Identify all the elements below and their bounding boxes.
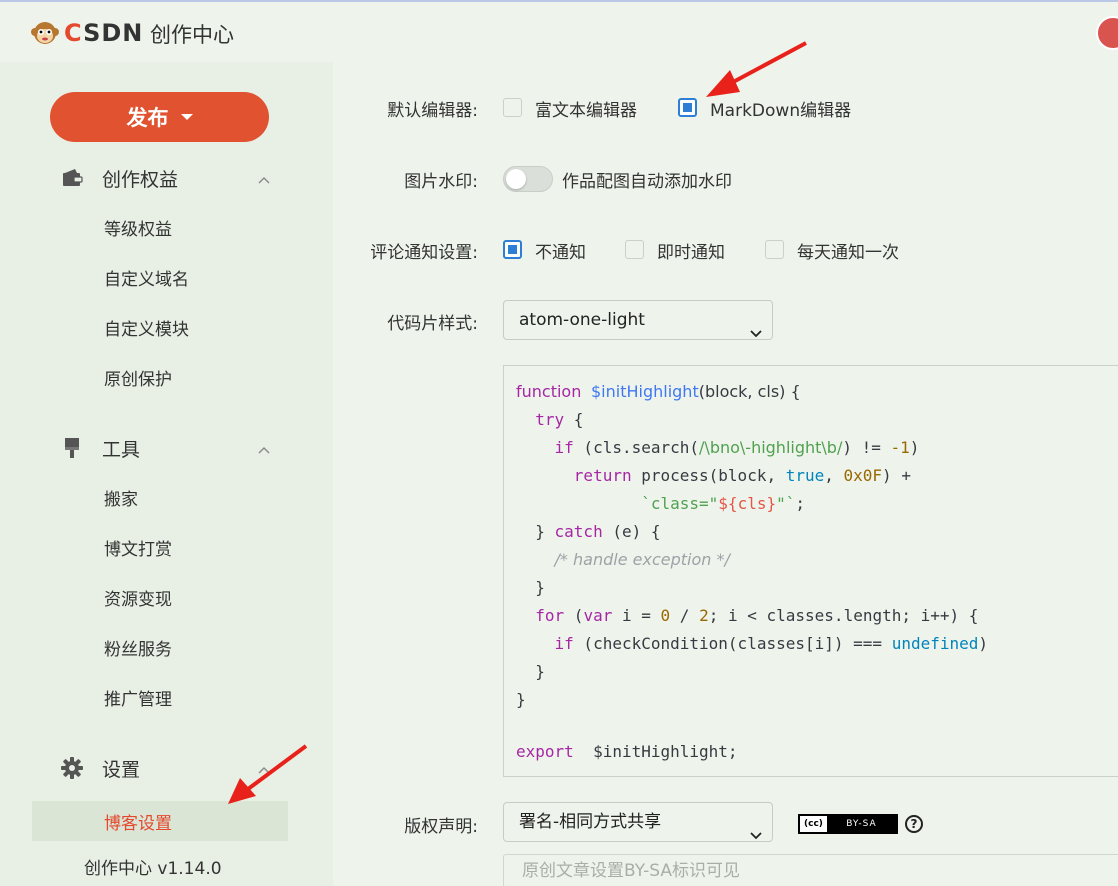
header-title: 创作中心 [150, 23, 234, 47]
editor-label: 默认编辑器: [387, 101, 478, 121]
sidebar-group-title: 创作权益 [102, 168, 179, 191]
code-line: } [516, 578, 545, 597]
sidebar: 发布 创作权益 等级权益 自定义域名 自定义模块 原创保护 工具 搬家 博文打赏… [0, 62, 333, 886]
markdown-option-label[interactable]: MarkDown编辑器 [710, 96, 851, 121]
chevron-up-icon [258, 439, 270, 458]
code-line: return process(block, true, 0x0F) + [573, 466, 911, 485]
sidebar-item-promotion[interactable]: 推广管理 [104, 688, 172, 712]
code-line: } [516, 690, 526, 709]
sidebar-item-domain[interactable]: 自定义域名 [104, 268, 189, 292]
logo-text-rest: SDN [83, 19, 144, 47]
sidebar-group-settings[interactable]: 设置 [60, 753, 270, 783]
code-style-value: atom-one-light [519, 310, 645, 330]
watermark-toggle[interactable] [503, 166, 553, 192]
no-notify-label[interactable]: 不通知 [535, 238, 586, 263]
richtext-option-label[interactable]: 富文本编辑器 [535, 96, 637, 121]
watermark-text: 作品配图自动添加水印 [562, 172, 732, 192]
code-style-select[interactable]: atom-one-light [503, 300, 773, 340]
code-line: /* handle exception */ [554, 550, 730, 569]
sidebar-item-blog-settings[interactable]: 博客设置 [32, 801, 288, 841]
code-line: try { [535, 410, 584, 429]
code-line: if (checkCondition(classes[i]) === undef… [554, 634, 989, 653]
code-line: function $initHighlight(block, cls) { [516, 382, 801, 401]
sidebar-item-module[interactable]: 自定义模块 [104, 318, 189, 342]
monkey-logo-icon [30, 18, 60, 48]
sidebar-group-benefits[interactable]: 创作权益 [60, 163, 270, 193]
version-text: 创作中心 v1.14.0 [84, 859, 222, 879]
sidebar-item-label: 博客设置 [104, 814, 172, 834]
copyright-hint-field: 原创文章设置BY-SA标识可见 [503, 854, 1118, 886]
code-line: } catch (e) { [516, 522, 661, 541]
no-notify-checkbox[interactable] [503, 240, 522, 259]
sidebar-item-original[interactable]: 原创保护 [104, 368, 172, 392]
copyright-select[interactable]: 署名-相同方式共享 [503, 802, 773, 842]
copyright-value: 署名-相同方式共享 [519, 812, 662, 832]
cc-by-sa-badge: (cc) BY-SA [798, 814, 898, 834]
code-style-label: 代码片样式: [387, 314, 478, 334]
sidebar-item-level[interactable]: 等级权益 [104, 218, 172, 242]
top-header: CSDN 创作中心 [0, 0, 1118, 62]
caret-down-icon [180, 114, 193, 120]
markdown-checkbox[interactable] [678, 98, 697, 117]
publish-button[interactable]: 发布 [50, 92, 269, 142]
sidebar-group-title: 工具 [102, 438, 141, 461]
cc-badge-right: BY-SA [826, 816, 896, 832]
code-line: export $initHighlight; [516, 742, 738, 761]
richtext-checkbox[interactable] [503, 98, 522, 117]
chevron-up-icon [258, 169, 270, 188]
help-icon[interactable]: ? [905, 815, 923, 833]
sidebar-item-resources[interactable]: 资源变现 [104, 588, 172, 612]
comment-label: 评论通知设置: [370, 243, 478, 263]
sidebar-item-reward[interactable]: 博文打赏 [104, 538, 172, 562]
avatar[interactable] [1096, 16, 1118, 50]
instant-notify-label[interactable]: 即时通知 [657, 238, 725, 263]
code-line: `class="${cls}"`; [641, 494, 805, 513]
wallet-icon [60, 166, 84, 190]
csdn-logo[interactable]: CSDN [30, 16, 143, 50]
sidebar-group-title: 设置 [102, 758, 141, 781]
cc-badge-left: (cc) [800, 819, 827, 829]
sidebar-group-tools[interactable]: 工具 [60, 433, 270, 463]
instant-notify-checkbox[interactable] [625, 240, 644, 259]
sidebar-item-move[interactable]: 搬家 [104, 488, 138, 512]
daily-notify-label[interactable]: 每天通知一次 [797, 238, 899, 263]
chevron-up-icon [258, 759, 270, 778]
code-line: } [516, 662, 545, 681]
copyright-label: 版权声明: [404, 817, 478, 837]
watermark-label: 图片水印: [404, 172, 478, 192]
settings-panel: 默认编辑器: 富文本编辑器 MarkDown编辑器 图片水印: 作品配图自动添加… [333, 62, 1118, 886]
daily-notify-checkbox[interactable] [765, 240, 784, 259]
code-line: for (var i = 0 / 2; i < classes.length; … [535, 606, 979, 625]
logo-text-c: C [64, 19, 84, 47]
code-line: if (cls.search(/\bno\-highlight\b/) != -… [554, 438, 920, 457]
chevron-down-icon [750, 314, 762, 352]
chevron-down-icon [750, 816, 762, 854]
code-preview: function $initHighlight(block, cls) { tr… [503, 365, 1118, 777]
sidebar-item-fans[interactable]: 粉丝服务 [104, 638, 172, 662]
publish-label: 发布 [126, 106, 169, 130]
gear-icon [60, 756, 84, 780]
brush-icon [60, 436, 84, 460]
